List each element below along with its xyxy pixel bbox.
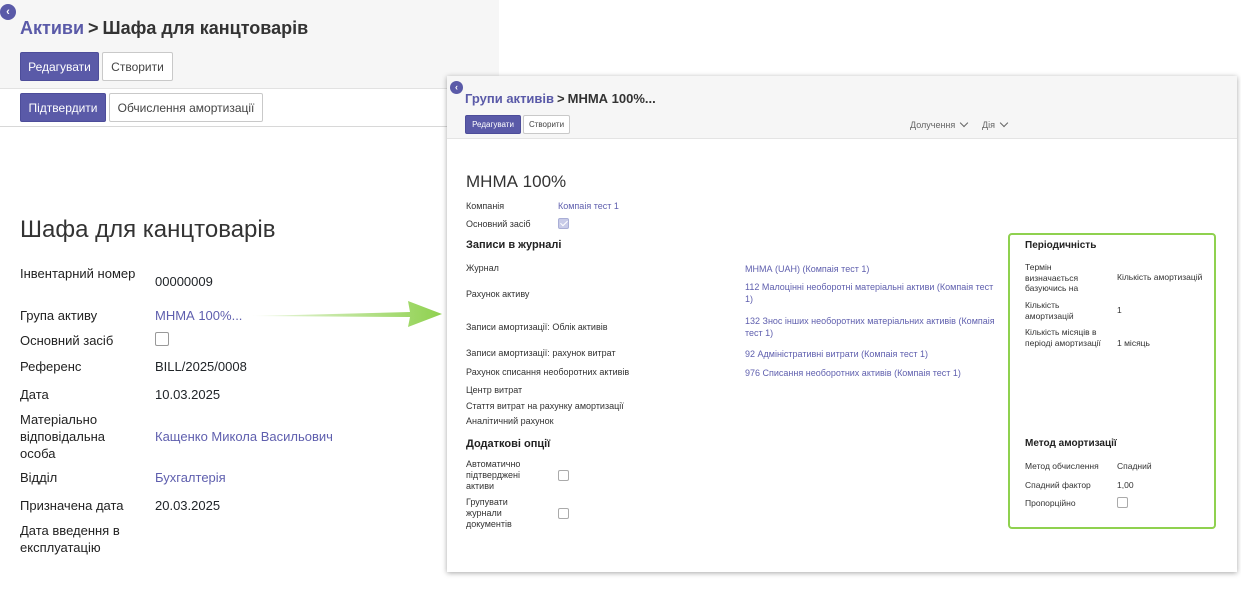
breadcrumb-separator: >	[557, 91, 565, 106]
field-label: Призначена дата	[20, 498, 124, 513]
attachments-dropdown[interactable]: Долучення	[910, 118, 969, 130]
back-arrow-icon[interactable]: ‹	[450, 81, 463, 94]
fixed-asset-label: Основний засіб	[466, 219, 531, 229]
degressive-factor-value[interactable]: 1,00	[1117, 480, 1134, 491]
duration-basis-label: Термін визначається базуючись на	[1025, 262, 1079, 293]
field-label: Відділ	[20, 470, 58, 485]
company-label: Компанія	[466, 201, 505, 211]
action-dropdown[interactable]: Дія	[982, 118, 1009, 130]
edit-button[interactable]: Редагувати	[465, 115, 521, 134]
breadcrumb-current: МНМА 100%...	[567, 91, 656, 106]
periodicity-title: Періодичність	[1025, 240, 1097, 251]
degressive-factor-label: Спадний фактор	[1025, 480, 1091, 490]
responsible-person-link[interactable]: Кащенко Микола Васильович	[155, 428, 333, 445]
field-label: Референс	[20, 359, 82, 374]
field-value: 00000009	[155, 274, 213, 289]
edit-button[interactable]: Редагувати	[20, 52, 99, 81]
depreciation-method-title: Метод амортизації	[1025, 438, 1117, 449]
expense-account-link[interactable]: 92 Адміністративні витрати (Компаія тест…	[745, 348, 995, 360]
field-label: Інвентарний номер	[20, 266, 136, 281]
create-button[interactable]: Створити	[102, 52, 173, 81]
chevron-down-icon	[999, 118, 1009, 128]
field-value: 10.03.2025	[155, 387, 221, 402]
journal-link[interactable]: МНМА (UAH) (Компаія тест 1)	[745, 263, 995, 275]
attachments-label: Долучення	[910, 120, 956, 130]
company-link[interactable]: Компаія тест 1	[558, 200, 619, 212]
depreciation-account-label: Записи амортизації: Облік активів	[466, 322, 608, 332]
breadcrumb: Групи активів > МНМА 100%...	[465, 91, 656, 106]
depreciation-count-value[interactable]: 1	[1117, 305, 1122, 316]
asset-group-window: ‹ Групи активів > МНМА 100%... Редагувати …	[447, 76, 1237, 572]
breadcrumb-asset-groups-link[interactable]: Групи активів	[465, 91, 554, 106]
fixed-asset-checkbox[interactable]	[155, 332, 169, 346]
additional-options-title: Додаткові опції	[466, 438, 551, 450]
auto-confirm-label: Автоматично підтверджені активи	[466, 459, 521, 491]
depreciation-expense-item-label: Стаття витрат на рахунку амортизації	[466, 401, 624, 411]
green-arrow-icon	[252, 301, 442, 327]
months-per-period-label: Кількість місяців в періоді амортизації	[1025, 327, 1101, 348]
depreciation-account-link[interactable]: 132 Знос інших необоротних матеріальних …	[745, 315, 995, 339]
action-label: Дія	[982, 120, 995, 130]
create-button[interactable]: Створити	[523, 115, 570, 134]
field-value: BILL/2025/0008	[155, 359, 247, 374]
group-entries-label: Групувати журнали документів	[466, 497, 512, 529]
asset-account-label: Рахунок активу	[466, 289, 530, 299]
computation-method-label: Метод обчислення	[1025, 461, 1099, 471]
asset-account-link[interactable]: 112 Малоцінні необоротні матеріальні акт…	[745, 281, 995, 305]
field-label: Дата введення в експлуатацію	[20, 523, 120, 555]
journal-label: Журнал	[466, 263, 499, 273]
department-link[interactable]: Бухгалтерія	[155, 469, 226, 486]
field-label: Основний засіб	[20, 333, 114, 348]
writeoff-account-link[interactable]: 976 Списання необоротних активів (Компаі…	[745, 367, 995, 379]
prorata-label: Пропорційно	[1025, 498, 1076, 508]
record-title: МНМА 100%	[466, 172, 567, 191]
expense-account-label: Записи амортизації: рахунок витрат	[466, 348, 616, 358]
field-value: 20.03.2025	[155, 498, 221, 513]
field-label: Група активу	[20, 308, 98, 323]
record-title: Шафа для канцтоварів	[20, 216, 276, 243]
months-per-period-value[interactable]: 1 місяць	[1117, 338, 1150, 349]
journal-section-title: Записи в журналі	[466, 239, 562, 251]
compute-depreciation-button[interactable]: Обчислення амортизації	[109, 93, 263, 122]
field-label: Дата	[20, 387, 49, 402]
depreciation-count-label: Кількість амортизацій	[1025, 300, 1074, 321]
duration-basis-value[interactable]: Кількість амортизацій	[1117, 272, 1202, 283]
cost-center-label: Центр витрат	[466, 385, 523, 395]
breadcrumb-separator: >	[88, 18, 99, 38]
breadcrumb: Активи > Шафа для канцтоварів	[20, 18, 308, 39]
breadcrumb-current: Шафа для канцтоварів	[102, 18, 309, 38]
confirm-button[interactable]: Підтвердити	[20, 93, 106, 122]
writeoff-account-label: Рахунок списання необоротних активів	[466, 367, 630, 377]
analytic-account-label: Аналітичний рахунок	[466, 416, 554, 426]
chevron-down-icon	[960, 118, 969, 128]
field-label: Матеріально відповідальна особа	[20, 412, 106, 461]
auto-confirm-checkbox[interactable]	[558, 470, 569, 481]
asset-group-link[interactable]: МНМА 100%...	[155, 307, 242, 324]
group-entries-checkbox[interactable]	[558, 508, 569, 519]
computation-method-value[interactable]: Спадний	[1117, 461, 1152, 472]
prorata-checkbox[interactable]	[1117, 497, 1128, 508]
back-arrow-icon[interactable]: ‹	[0, 4, 16, 20]
breadcrumb-assets-link[interactable]: Активи	[20, 18, 84, 38]
fixed-asset-checkbox[interactable]	[558, 218, 569, 229]
